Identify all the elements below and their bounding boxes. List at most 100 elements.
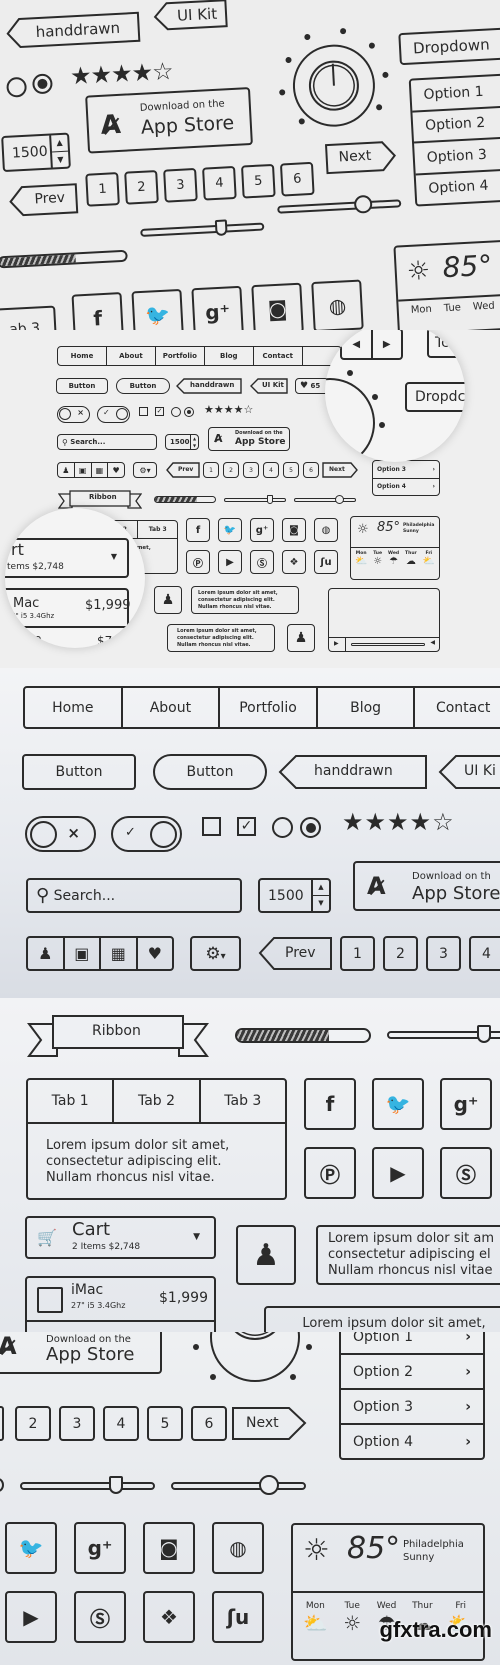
dropdown-fragment[interactable]: Dropdc [405,382,465,412]
facebook-button[interactable]: f [186,518,210,542]
star-rating[interactable]: ★★★★☆ [204,403,253,416]
slider-handle[interactable] [267,495,273,504]
tag-ui-kit[interactable]: UI Kit [152,0,228,32]
like-button[interactable]: ♥ 65 [295,378,329,394]
page-button-4[interactable]: 4 [202,165,237,201]
nav-item-contact[interactable]: Contact [254,347,303,365]
pagination-prev[interactable]: Prev [258,936,333,971]
dribbble-button[interactable]: ◍ [311,279,364,330]
star-empty-icon[interactable]: ☆ [432,808,455,836]
star-filled-icon[interactable]: ★ [387,808,410,836]
button-rounded[interactable]: Button [116,378,170,394]
page-button-2[interactable]: 2 [223,462,239,478]
heart-icon[interactable]: ♥ [138,938,173,969]
tag-ui-kit[interactable]: UI Kit [250,378,288,394]
app-store-button[interactable]: A̷ Download on the App Store [0,1332,162,1374]
stepper-up-icon[interactable]: ▲ [191,435,198,442]
nav-item-portfolio[interactable]: Portfolio [156,347,205,365]
star-filled-icon[interactable]: ★ [131,58,153,87]
radio-unselected[interactable] [171,407,181,417]
page-button-1[interactable]: 1 [340,936,375,971]
page-button-4[interactable]: 4 [103,1406,139,1441]
user-icon[interactable]: ♟ [28,938,65,969]
star-filled-icon[interactable]: ★ [69,61,91,90]
toggle-off[interactable]: × [57,406,90,423]
twitter-button[interactable]: 🐦 [218,518,242,542]
page-button-2[interactable]: 2 [383,936,418,971]
number-stepper[interactable]: 1500 ▲ ▼ [1,132,71,173]
star-filled-icon[interactable]: ★ [214,403,224,416]
option-item[interactable]: Option 1 [410,74,500,113]
pinterest-button[interactable]: Ⓟ [304,1147,356,1199]
page-button-3[interactable]: 3 [426,936,461,971]
skype-button[interactable]: Ⓢ [440,1147,492,1199]
star-filled-icon[interactable]: ★ [224,403,234,416]
slider-handle[interactable] [353,194,373,214]
page-button-1[interactable]: 1 [85,172,120,207]
slider-fragment[interactable] [0,1478,4,1492]
dropbox-button[interactable]: ❖ [282,550,306,574]
button-square[interactable]: Button [56,378,108,394]
star-filled-icon[interactable]: ★ [410,808,433,836]
stumbleupon-button[interactable]: ʃu [212,1591,264,1643]
option-item[interactable]: Option 3 [414,137,500,175]
cart-item-checkbox[interactable] [37,1287,63,1313]
slider-shield[interactable] [140,219,265,237]
app-store-button[interactable]: A̷ Download on the App Store [208,427,290,451]
pagination-page-fragment[interactable] [0,1406,4,1441]
pagination-next[interactable]: Next [324,139,398,175]
youtube-button[interactable]: ▶ [5,1591,57,1643]
checkbox-unchecked[interactable] [202,817,221,836]
app-store-button[interactable]: A̷ Download on the App Store [85,87,253,154]
star-empty-icon[interactable]: ☆ [244,403,254,416]
star-filled-icon[interactable]: ★ [90,60,112,89]
page-button-1[interactable]: 1 [203,462,219,478]
rotary-knob[interactable] [276,27,392,144]
dribbble-button[interactable]: ◍ [314,518,338,542]
instagram-button[interactable]: ◙ [282,518,306,542]
star-filled-icon[interactable]: ★ [110,59,132,88]
button-rounded[interactable]: Button [153,754,267,790]
page-button-4[interactable]: 4 [469,936,500,971]
pinterest-button[interactable]: Ⓟ [186,550,210,574]
option-item[interactable]: Option 4 › [341,1425,483,1458]
dribbble-button[interactable]: ◍ [212,1522,264,1574]
stepper-up-icon[interactable]: ▲ [51,134,69,153]
settings-dropdown[interactable]: ⚙▾ [190,936,241,971]
tag-ui-kit[interactable]: UI Ki [438,754,500,790]
number-stepper[interactable]: 1500 ▲ ▼ [258,878,331,913]
nav-item-portfolio[interactable]: Portfolio [220,688,318,727]
page-button-6[interactable]: 6 [303,462,319,478]
radio-selected[interactable] [31,73,53,95]
dropbox-button[interactable]: ❖ [143,1591,195,1643]
google-plus-button[interactable]: g⁺ [191,285,244,330]
skype-button[interactable]: Ⓢ [250,550,274,574]
nav-item-blog[interactable]: Blog [318,688,416,727]
nav-item-about[interactable]: About [107,347,156,365]
facebook-button[interactable]: f [71,292,125,330]
stumbleupon-button[interactable]: ʃu [314,550,338,574]
slider-handle[interactable] [476,1025,491,1043]
play-icon[interactable]: ▶ [334,640,339,647]
calendar-icon[interactable]: ▦ [92,463,109,477]
tag-handdrawn[interactable]: handdrawn [176,378,242,394]
checkbox-checked[interactable]: ✓ [237,817,256,836]
page-button-3[interactable]: 3 [163,167,198,203]
cart-dropdown[interactable]: 🛒 Cart 2 Items $2,748 ▼ [25,1216,216,1259]
nav-item-contact[interactable]: Contact [415,688,500,727]
slider-round[interactable] [171,1475,306,1495]
option-item[interactable]: Option 2 › [341,1355,483,1390]
nav-item-home[interactable]: Home [58,347,107,365]
pagination-next[interactable]: Next [231,1406,307,1441]
arrow-right-icon[interactable]: ▶ [373,330,402,358]
heart-icon[interactable]: ♥ [108,463,124,477]
toggle-on[interactable]: ✓ [97,406,130,423]
pagination-prev[interactable]: Prev [8,182,80,218]
nav-item-home[interactable]: Home [25,688,123,727]
stepper-up-icon[interactable]: ▲ [313,880,329,896]
checkbox-checked[interactable]: ✓ [155,407,164,416]
slider-handle[interactable] [258,1475,279,1495]
nav-item-blog[interactable]: Blog [205,347,254,365]
skype-button[interactable]: Ⓢ [74,1591,126,1643]
chevron-down-icon[interactable]: ▼ [111,552,117,561]
